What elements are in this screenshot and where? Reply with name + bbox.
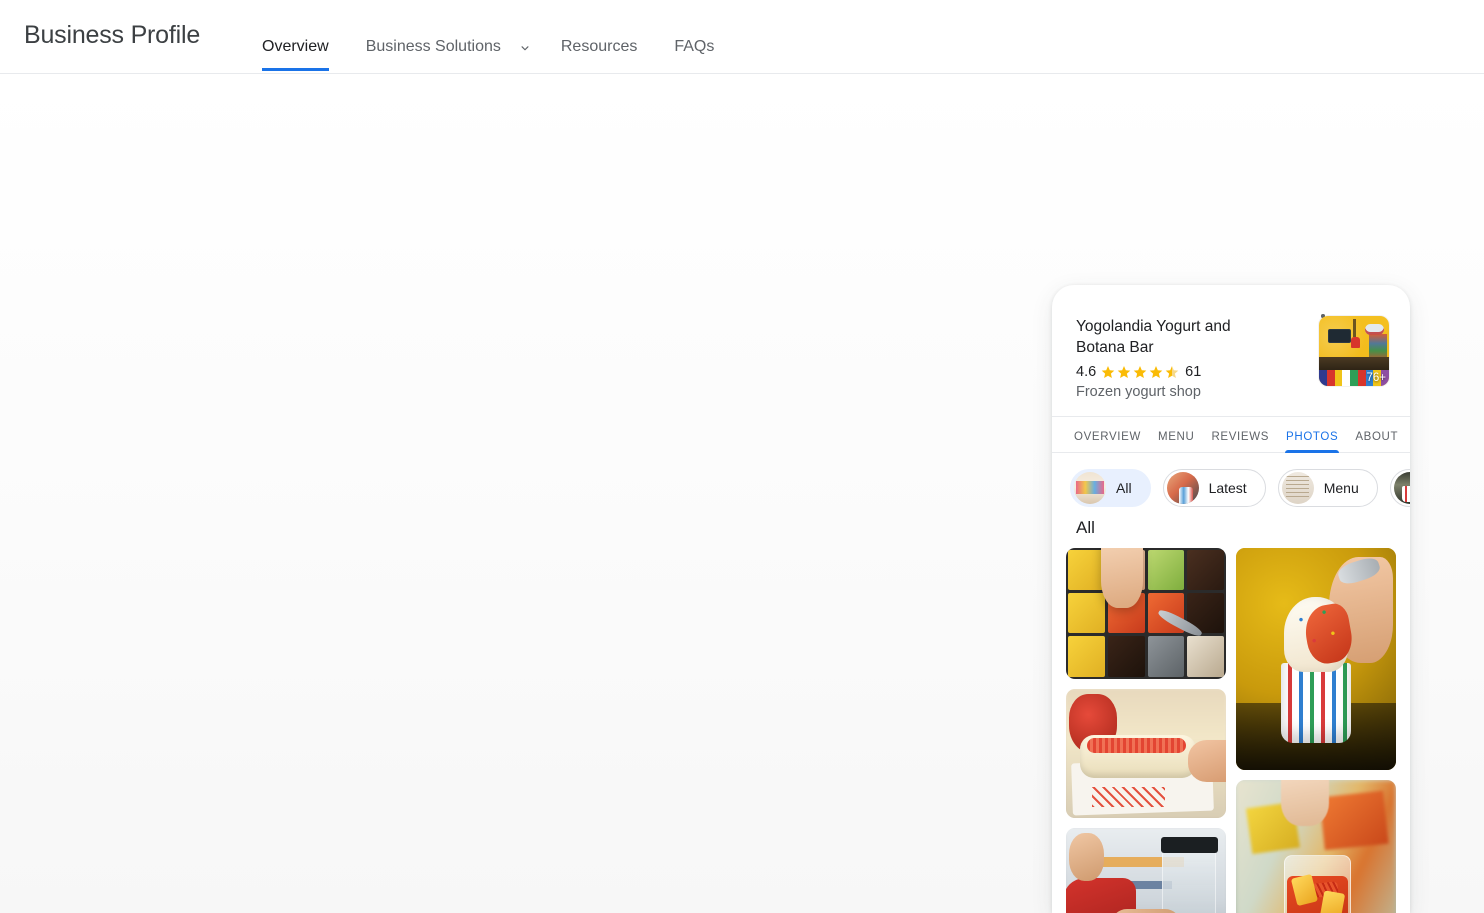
business-profile-preview-card: Yogolandia Yogurt and Botana Bar 4.6 61 … (1052, 285, 1410, 913)
rating-value: 4.6 (1076, 363, 1097, 380)
chip-latest[interactable]: Latest (1162, 468, 1266, 507)
chip-label-menu: Menu (1323, 479, 1359, 496)
tab-photos[interactable]: PHOTOS (1285, 431, 1340, 453)
chevron-down-icon (518, 41, 532, 55)
chip-menu[interactable]: Menu (1277, 468, 1378, 507)
nav-item-overview[interactable]: Overview (262, 0, 329, 74)
photo-employee-blender[interactable] (1066, 827, 1226, 913)
photo-fruit-bowl[interactable] (1236, 779, 1396, 913)
photo-elote-corn[interactable] (1066, 688, 1226, 818)
chip-label-all: All (1116, 479, 1132, 496)
business-category: Frozen yogurt shop (1076, 383, 1201, 400)
photo-yogurt-cup[interactable] (1236, 547, 1396, 770)
review-count: 61 (1185, 363, 1202, 380)
nav-label-business-solutions: Business Solutions (365, 38, 501, 55)
chip-thumbnail-icon (1393, 471, 1410, 504)
photo-filter-chip-row[interactable]: All Latest Menu (1052, 453, 1410, 509)
business-thumbnail[interactable]: 76+ (1319, 316, 1389, 386)
nav-item-faqs[interactable]: FAQs (674, 0, 714, 74)
preview-business-header: Yogolandia Yogurt and Botana Bar 4.6 61 … (1052, 285, 1410, 417)
chip-partial-next[interactable] (1389, 468, 1410, 507)
brand-title: Business Profile (24, 21, 201, 49)
preview-tab-bar: OVERVIEW MENU REVIEWS PHOTOS ABOUT (1052, 417, 1410, 453)
photo-grid-column-left (1066, 547, 1226, 913)
business-name: Yogolandia Yogurt and Botana Bar (1076, 318, 1231, 357)
chip-thumbnail-icon (1281, 471, 1314, 504)
nav-label-faqs: FAQs (674, 38, 715, 55)
chip-all[interactable]: All (1070, 468, 1151, 507)
tab-about[interactable]: ABOUT (1355, 431, 1398, 452)
photo-grid (1052, 547, 1410, 913)
main-navigation: Overview Business Solutions Resources FA… (262, 0, 751, 74)
star-rating-icon (1101, 365, 1179, 379)
site-header: Business Profile Overview Business Solut… (0, 0, 1484, 74)
tab-menu[interactable]: MENU (1158, 431, 1194, 452)
nav-item-business-solutions[interactable]: Business Solutions (366, 0, 532, 74)
photo-toppings-bar[interactable] (1066, 547, 1226, 679)
chip-thumbnail-icon (1074, 471, 1106, 504)
chip-thumbnail-icon (1166, 471, 1199, 504)
tab-overview[interactable]: OVERVIEW (1074, 431, 1141, 452)
thumbnail-photo-count-badge: 76+ (1366, 371, 1386, 384)
chip-label-latest: Latest (1208, 479, 1247, 496)
nav-label-resources: Resources (560, 38, 638, 55)
photo-section-title: All (1076, 517, 1095, 537)
nav-item-resources[interactable]: Resources (561, 0, 637, 74)
nav-label-overview: Overview (262, 38, 329, 55)
tab-reviews[interactable]: REVIEWS (1211, 431, 1269, 452)
photo-grid-column-right (1236, 547, 1396, 913)
